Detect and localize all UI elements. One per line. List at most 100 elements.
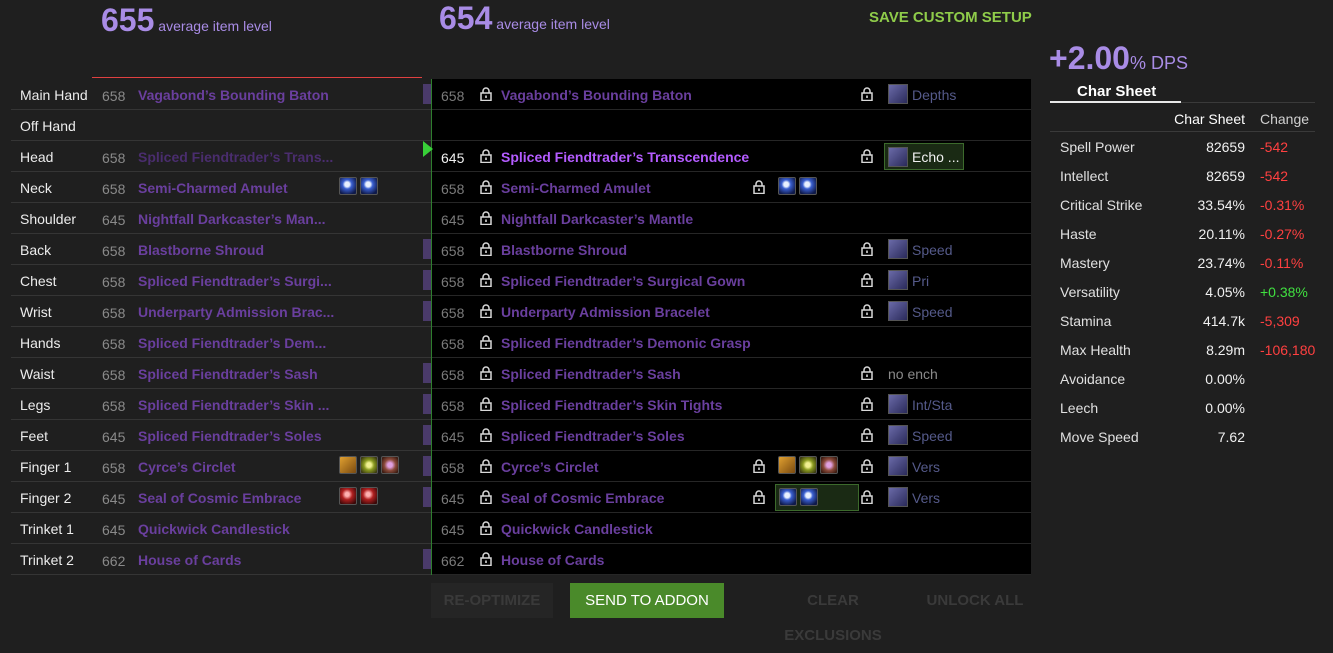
enchant-icon[interactable]: [888, 394, 908, 414]
enchant-lock-icon[interactable]: [861, 273, 873, 287]
item-lock-icon[interactable]: [480, 490, 492, 504]
gem-lock-icon[interactable]: [753, 459, 765, 473]
reoptimize-button[interactable]: RE-OPTIMIZE: [431, 583, 553, 618]
unlock-all-button[interactable]: UNLOCK ALL: [924, 583, 1026, 618]
gem-lock-icon[interactable]: [753, 490, 765, 504]
item-lock-icon[interactable]: [480, 304, 492, 318]
item-name-link[interactable]: Spliced Fiendtrader’s Sash: [138, 366, 318, 382]
stat-name: Mastery: [1060, 255, 1110, 271]
item-lock-icon[interactable]: [480, 428, 492, 442]
item-lock-icon[interactable]: [480, 335, 492, 349]
item-name-link[interactable]: Spliced Fiendtrader’s Soles: [501, 428, 685, 444]
item-lock-icon[interactable]: [480, 180, 492, 194]
enchant-lock-icon[interactable]: [861, 149, 873, 163]
changed-enchant-box[interactable]: Echo ...: [884, 143, 964, 170]
item-lock-icon[interactable]: [480, 397, 492, 411]
item-name-link[interactable]: Vagabond’s Bounding Baton: [501, 87, 692, 103]
item-name-link[interactable]: Underparty Admission Brac...: [138, 304, 334, 320]
enchant-lock-icon[interactable]: [861, 366, 873, 380]
item-name-link[interactable]: Spliced Fiendtrader’s Transcendence: [501, 149, 749, 165]
item-name-link[interactable]: Quickwick Candlestick: [501, 521, 653, 537]
item-name-link[interactable]: Blastborne Shroud: [138, 242, 264, 258]
stat-change: +0.38%: [1260, 284, 1308, 300]
enchant-lock-icon[interactable]: [861, 242, 873, 256]
blue-gem-icon[interactable]: [799, 177, 817, 195]
item-lock-icon[interactable]: [480, 273, 492, 287]
red-gem-icon[interactable]: [360, 487, 378, 505]
item-name-link[interactable]: Spliced Fiendtrader’s Trans...: [138, 149, 333, 165]
item-name-link[interactable]: Cyrce’s Circlet: [138, 459, 236, 475]
item-level: 645: [102, 429, 126, 445]
enchant-lock-icon[interactable]: [861, 428, 873, 442]
current-gear-table: Main Hand 658 Vagabond’s Bounding Baton Off…: [11, 79, 431, 575]
item-name-link[interactable]: Semi-Charmed Amulet: [501, 180, 651, 196]
clear-exclusions-button[interactable]: CLEAR EXCLUSIONS: [758, 583, 908, 644]
tab-char-sheet[interactable]: Char Sheet: [1077, 83, 1156, 100]
item-name-link[interactable]: Nightfall Darkcaster’s Mantle: [501, 211, 693, 227]
red-gem-icon[interactable]: [339, 487, 357, 505]
blue-gem-icon[interactable]: [778, 177, 796, 195]
save-custom-setup-link[interactable]: SAVE CUSTOM SETUP: [869, 9, 1032, 26]
lime-gem-icon[interactable]: [360, 456, 378, 474]
item-level: 658: [102, 398, 126, 414]
enchant-icon[interactable]: [888, 270, 908, 290]
item-name-link[interactable]: Spliced Fiendtrader’s Dem...: [138, 335, 326, 351]
item-name-link[interactable]: Spliced Fiendtrader’s Skin Tights: [501, 397, 722, 413]
enchant-icon[interactable]: [888, 425, 908, 445]
gem-slots: [339, 177, 378, 195]
item-name-link[interactable]: Cyrce’s Circlet: [501, 459, 599, 475]
item-name-link[interactable]: Spliced Fiendtrader’s Soles: [138, 428, 322, 444]
enchant-name: Echo ...: [912, 149, 960, 165]
item-name-link[interactable]: Quickwick Candlestick: [138, 521, 290, 537]
send-to-addon-button[interactable]: SEND TO ADDON: [570, 583, 724, 618]
item-lock-icon[interactable]: [480, 459, 492, 473]
enchant-icon[interactable]: [888, 487, 908, 507]
enchant-lock-icon[interactable]: [861, 459, 873, 473]
enchant-icon[interactable]: [888, 456, 908, 476]
blue-gem-icon[interactable]: [800, 488, 818, 506]
gold-gem-icon[interactable]: [778, 456, 796, 474]
item-lock-icon[interactable]: [480, 87, 492, 101]
stat-change: -542: [1260, 168, 1289, 184]
enchant-lock-icon[interactable]: [861, 397, 873, 411]
clipped-enchant-icon: [423, 425, 431, 445]
blue-gem-icon[interactable]: [339, 177, 357, 195]
item-name-link[interactable]: Nightfall Darkcaster’s Man...: [138, 211, 326, 227]
item-lock-icon[interactable]: [480, 211, 492, 225]
item-lock-icon[interactable]: [480, 242, 492, 256]
enchant-lock-icon[interactable]: [861, 490, 873, 504]
item-name-link[interactable]: Vagabond’s Bounding Baton: [138, 87, 329, 103]
lime-gem-icon[interactable]: [799, 456, 817, 474]
item-name-link[interactable]: Seal of Cosmic Embrace: [501, 490, 664, 506]
gold-gem-icon[interactable]: [339, 456, 357, 474]
item-lock-icon[interactable]: [480, 521, 492, 535]
item-name-link[interactable]: Underparty Admission Bracelet: [501, 304, 710, 320]
enchant-icon[interactable]: [888, 239, 908, 259]
changed-gems-box: [775, 484, 859, 511]
enchant-icon[interactable]: [888, 84, 908, 104]
blue-gem-icon[interactable]: [360, 177, 378, 195]
item-lock-icon[interactable]: [480, 149, 492, 163]
gem-lock-icon[interactable]: [753, 180, 765, 194]
enchant-lock-icon[interactable]: [861, 304, 873, 318]
item-name-link[interactable]: House of Cards: [138, 552, 241, 568]
clipped-enchant-icon: [423, 549, 431, 569]
item-name-link[interactable]: Spliced Fiendtrader’s Demonic Grasp: [501, 335, 751, 351]
enchant-icon[interactable]: [888, 301, 908, 321]
item-name-link[interactable]: Semi-Charmed Amulet: [138, 180, 288, 196]
item-name-link[interactable]: Spliced Fiendtrader’s Sash: [501, 366, 681, 382]
item-name-link[interactable]: Blastborne Shroud: [501, 242, 627, 258]
purp-gem-icon[interactable]: [820, 456, 838, 474]
item-lock-icon[interactable]: [480, 552, 492, 566]
enchant-lock-icon[interactable]: [861, 87, 873, 101]
purp-gem-icon[interactable]: [381, 456, 399, 474]
item-name-link[interactable]: House of Cards: [501, 552, 604, 568]
stat-name: Spell Power: [1060, 139, 1135, 155]
item-lock-icon[interactable]: [480, 366, 492, 380]
item-name-link[interactable]: Spliced Fiendtrader’s Surgi...: [138, 273, 332, 289]
item-name-link[interactable]: Spliced Fiendtrader’s Surgical Gown: [501, 273, 745, 289]
current-gear-row: Main Hand 658 Vagabond’s Bounding Baton: [11, 79, 431, 110]
item-name-link[interactable]: Spliced Fiendtrader’s Skin ...: [138, 397, 329, 413]
item-name-link[interactable]: Seal of Cosmic Embrace: [138, 490, 301, 506]
blue-gem-icon[interactable]: [779, 488, 797, 506]
